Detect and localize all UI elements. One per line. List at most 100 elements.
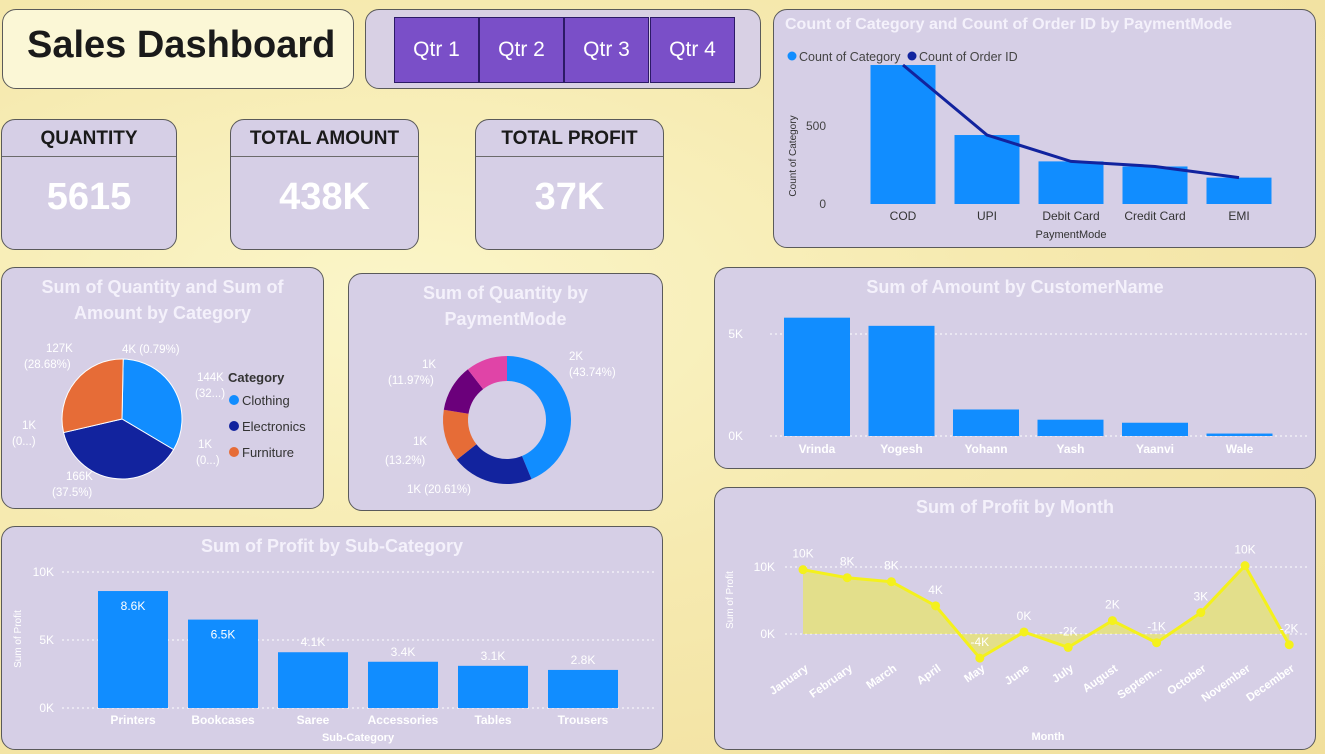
category-pie-svg: 4K (0.79%) 144K (32...) 1K (0...) 166K (… xyxy=(12,343,306,499)
qtr-1-button[interactable]: Qtr 1 xyxy=(394,17,479,83)
month-data-label-march: 8K xyxy=(884,559,899,573)
customer-xtick-yohann: Yohann xyxy=(964,442,1007,456)
combo-bar-upi xyxy=(954,135,1020,204)
legend-electronics-icon xyxy=(229,421,239,431)
customer-bar-vrinda xyxy=(784,317,850,436)
pie-legend-title: Category xyxy=(228,370,285,385)
subcat-xtick-printers: Printers xyxy=(110,713,156,727)
combo-bar-emi xyxy=(1206,177,1272,204)
month-point-december xyxy=(1284,640,1294,650)
customer-bar-yogesh xyxy=(868,325,935,436)
customer-bar-chart[interactable]: Sum of Amount by CustomerName 5K 0K Vrin… xyxy=(714,267,1316,469)
legend-count-order-icon xyxy=(907,51,917,61)
month-data-label-november: 10K xyxy=(1234,543,1255,557)
legend-count-category-icon xyxy=(787,51,797,61)
month-xtick-november: November xyxy=(1200,662,1253,704)
subcat-xtick-accessories: Accessories xyxy=(368,713,439,727)
month-ytick-0k: 0K xyxy=(760,627,775,641)
legend-electronics: Electronics xyxy=(242,419,306,434)
month-xtick-february: February xyxy=(808,662,856,700)
donut-label-a: 2K xyxy=(569,351,583,363)
subcat-ytick-0k: 0K xyxy=(39,701,54,715)
month-y-axis-label: Sum of Profit xyxy=(725,571,736,629)
combo-xtick-cod: COD xyxy=(890,209,917,223)
subcat-xtick-saree: Saree xyxy=(297,713,330,727)
legend-count-order: Count of Order ID xyxy=(919,50,1018,64)
payment-ytick-0: 0 xyxy=(819,197,826,211)
donut-label-d: 1K xyxy=(422,359,436,371)
subcategory-bar-chart[interactable]: Sum of Profit by Sub-Category Sum of Pro… xyxy=(1,526,663,750)
month-data-label-may: -4K xyxy=(970,635,989,649)
month-data-label-february: 8K xyxy=(840,555,855,569)
customer-xtick-vrinda: Vrinda xyxy=(799,442,836,456)
combo-xtick-debit-card: Debit Card xyxy=(1042,209,1099,223)
pie-label-c2: (0...) xyxy=(196,455,220,467)
customer-xtick-yash: Yash xyxy=(1056,442,1084,456)
combo-bar-credit-card xyxy=(1122,166,1188,204)
month-data-label-august: 2K xyxy=(1105,598,1120,612)
subcat-ytick-10k: 10K xyxy=(33,565,54,579)
subcat-x-axis-label: Sub-Category xyxy=(322,732,395,744)
qtr-2-button[interactable]: Qtr 2 xyxy=(479,17,564,83)
legend-furniture-icon xyxy=(229,447,239,457)
month-point-june xyxy=(1019,627,1029,637)
month-line-svg: Sum of Profit 10K 0K Month 10K January 8K F… xyxy=(725,543,1310,743)
qtr-4-button[interactable]: Qtr 4 xyxy=(650,17,735,83)
month-data-label-septem: -1K xyxy=(1147,620,1166,634)
pie-label-b2: (32...) xyxy=(195,388,225,400)
subcat-bar-trousers xyxy=(548,669,618,708)
title-card: Sales Dashboard xyxy=(2,9,354,89)
pie-label-a: 4K (0.79%) xyxy=(122,344,180,356)
subcat-xtick-tables: Tables xyxy=(474,713,511,727)
month-data-label-october: 3K xyxy=(1193,590,1208,604)
subcat-bar-tables xyxy=(458,665,528,708)
payment-combo-svg: Count of Category Count of Order ID Coun… xyxy=(787,50,1272,241)
month-point-august xyxy=(1107,616,1117,626)
payment-combo-chart[interactable]: Count of Category and Count of Order ID … xyxy=(773,9,1316,248)
subcat-y-axis-label: Sum of Profit xyxy=(13,610,24,668)
donut-label-c2: (13.2%) xyxy=(385,455,425,467)
donut-label-d2: (11.97%) xyxy=(388,375,434,387)
month-point-may xyxy=(975,653,985,663)
subcat-xtick-trousers: Trousers xyxy=(558,713,609,727)
subcat-xtick-bookcases: Bookcases xyxy=(191,713,255,727)
donut-svg: 2K (43.74%) 1K (20.61%) 1K (13.2%) 1K (1… xyxy=(385,351,616,496)
month-xtick-march: March xyxy=(864,663,899,692)
donut-label-b: 1K (20.61%) xyxy=(407,484,471,496)
month-point-july xyxy=(1063,642,1073,652)
month-xtick-august: August xyxy=(1081,663,1120,696)
month-line-chart[interactable]: Sum of Profit by Month Sum of Profit 10K… xyxy=(714,487,1316,750)
month-point-february xyxy=(842,573,852,583)
month-xtick-may: May xyxy=(962,662,988,685)
customer-bar-wale xyxy=(1206,433,1273,436)
category-pie-chart[interactable]: Sum of Quantity and Sum of Amount by Cat… xyxy=(1,267,324,509)
month-xtick-december: December xyxy=(1244,662,1297,704)
month-data-label-july: -2K xyxy=(1059,624,1078,638)
month-data-label-december: -2K xyxy=(1280,622,1299,636)
month-point-november xyxy=(1240,561,1250,571)
month-point-march xyxy=(886,577,896,587)
month-xtick-july: July xyxy=(1050,662,1076,685)
pie-label-e2: (0...) xyxy=(12,436,36,448)
total-profit-card: TOTAL PROFIT 37K xyxy=(475,119,664,250)
customer-bar-yaanvi xyxy=(1122,422,1188,436)
quantity-value: 5615 xyxy=(46,176,132,218)
month-x-axis-label: Month xyxy=(1032,731,1065,743)
subcat-data-label-tables: 3.1K xyxy=(481,649,506,663)
month-point-april xyxy=(931,601,941,611)
customer-ytick-5k: 5K xyxy=(728,327,743,341)
pie-label-f: 127K xyxy=(46,343,73,355)
month-xtick-january: January xyxy=(768,662,812,697)
month-xtick-june: June xyxy=(1003,663,1032,688)
subcat-data-label-accessories: 3.4K xyxy=(391,645,416,659)
pie-label-f2: (28.68%) xyxy=(24,359,71,371)
month-ytick-10k: 10K xyxy=(754,560,775,574)
legend-clothing: Clothing xyxy=(242,393,290,408)
subcat-ytick-5k: 5K xyxy=(39,633,54,647)
quantity-donut-chart[interactable]: Sum of Quantity by PaymentMode 2K (43.74… xyxy=(348,273,663,511)
pie-label-e: 1K xyxy=(22,420,36,432)
quantity-label: QUANTITY xyxy=(2,120,176,157)
pie-label-c: 1K xyxy=(198,439,212,451)
qtr-3-button[interactable]: Qtr 3 xyxy=(564,17,649,83)
customer-xtick-yaanvi: Yaanvi xyxy=(1136,442,1174,456)
